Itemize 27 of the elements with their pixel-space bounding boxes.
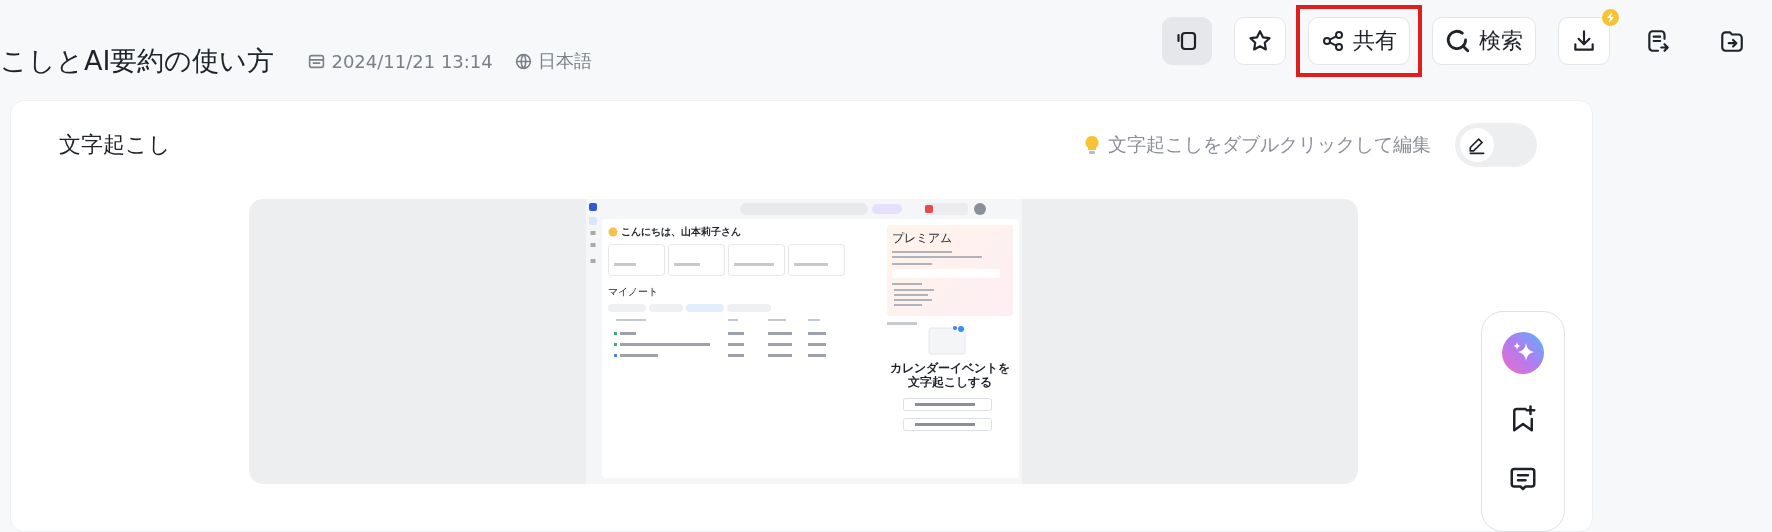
sidebar-toggle-button[interactable] (1162, 17, 1212, 65)
favorite-button[interactable] (1234, 17, 1286, 65)
ai-sparkle-icon (1502, 332, 1544, 374)
edit-hint: 文字起こしをダブルクリックして編集 (1108, 132, 1431, 157)
greeting-text: こんにちは、山本莉子さん (620, 225, 741, 239)
globe-icon (514, 52, 532, 70)
document-language: 日本語 (537, 49, 592, 73)
ai-assistant-button[interactable] (1502, 332, 1544, 374)
section-title: 文字起こし (59, 131, 171, 159)
folder-arrow-icon (1719, 28, 1745, 54)
calendar-heading: カレンダーイベントを文字起こしする (888, 362, 1011, 390)
share-button[interactable]: 共有 (1308, 17, 1410, 65)
document-export-icon (1645, 28, 1671, 54)
download-button[interactable] (1558, 17, 1610, 65)
pencil-icon (1467, 135, 1487, 155)
search-icon (1445, 28, 1471, 54)
document-title: こしとAI要約の使い方 (0, 44, 275, 78)
sidebar-toggle-icon (1175, 29, 1199, 53)
calendar-icon (308, 52, 326, 70)
share-icon (1321, 29, 1345, 53)
download-icon (1571, 28, 1597, 54)
section-heading: マイノート (607, 285, 659, 299)
search-button[interactable]: 検索 (1432, 17, 1536, 65)
premium-title: プレミアム (891, 230, 953, 247)
lightbulb-icon (1084, 135, 1100, 155)
edit-toggle[interactable] (1455, 123, 1537, 167)
document-date: 2024/11/21 13:14 (331, 50, 493, 72)
